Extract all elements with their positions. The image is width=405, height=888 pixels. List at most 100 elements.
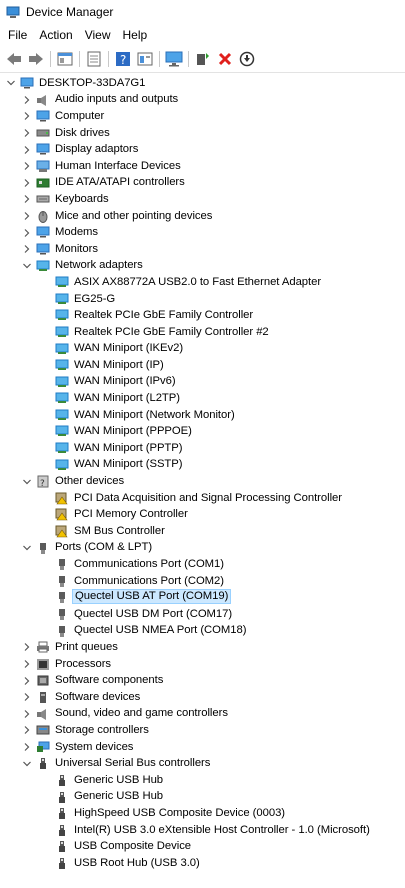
tree-item-label: Display adaptors <box>55 143 139 156</box>
tree-category-other-devices[interactable]: ? Other devices <box>0 473 405 490</box>
tree-device-wan-miniport-network-monitor[interactable]: WAN Miniport (Network Monitor) <box>0 407 405 424</box>
tree-device-wan-miniport-pptp[interactable]: WAN Miniport (PPTP) <box>0 440 405 457</box>
driver-list-icon[interactable] <box>85 50 103 68</box>
svg-text:?: ? <box>120 53 126 67</box>
properties-icon[interactable] <box>56 50 74 68</box>
tree-item-label: Universal Serial Bus controllers <box>55 757 211 770</box>
chevron-down-icon[interactable] <box>22 543 32 553</box>
tree-category-monitors[interactable]: Monitors <box>0 241 405 258</box>
network-icon <box>55 276 69 288</box>
uninstall-icon[interactable] <box>216 50 234 68</box>
chevron-right-icon[interactable] <box>22 676 32 686</box>
back-icon[interactable] <box>5 50 23 68</box>
chevron-right-icon[interactable] <box>22 725 32 735</box>
tree-device-wan-miniport-sstp[interactable]: WAN Miniport (SSTP) <box>0 457 405 474</box>
chevron-right-icon[interactable] <box>22 692 32 702</box>
tree-device-generic-usb-hub[interactable]: Generic USB Hub <box>0 789 405 806</box>
window-title: Device Manager <box>26 5 114 19</box>
tree-device-quectel-usb-dm-port-com17[interactable]: Quectel USB DM Port (COM17) <box>0 606 405 623</box>
chevron-right-icon[interactable] <box>22 642 32 652</box>
tree-item-label: Human Interface Devices <box>55 159 181 172</box>
tree-category-system-devices[interactable]: System devices <box>0 739 405 756</box>
menu-file[interactable]: File <box>2 28 33 42</box>
tree-category-keyboards[interactable]: Keyboards <box>0 191 405 208</box>
tree-device-pci-memory-controller[interactable]: PCI Memory Controller <box>0 506 405 523</box>
tree-device-wan-miniport-ikev2[interactable]: WAN Miniport (IKEv2) <box>0 341 405 358</box>
chevron-right-icon[interactable] <box>22 228 32 238</box>
tree-item-label: Quectel USB NMEA Port (COM18) <box>74 624 247 637</box>
tree-category-universal-serial-bus-controllers[interactable]: Universal Serial Bus controllers <box>0 755 405 772</box>
chevron-right-icon[interactable] <box>22 145 32 155</box>
menu-view[interactable]: View <box>79 28 117 42</box>
tree-category-storage-controllers[interactable]: Storage controllers <box>0 722 405 739</box>
scan-hardware-icon[interactable] <box>194 50 212 68</box>
tree-device-wan-miniport-ip[interactable]: WAN Miniport (IP) <box>0 357 405 374</box>
tree-category-software-devices[interactable]: Software devices <box>0 689 405 706</box>
tree-category-sound-video-and-game-controllers[interactable]: Sound, video and game controllers <box>0 706 405 723</box>
menu-action[interactable]: Action <box>33 28 78 42</box>
help-icon[interactable]: ? <box>114 50 132 68</box>
tree-item-label: Network adapters <box>55 259 143 272</box>
network-icon <box>55 326 69 338</box>
tree-category-ide-ata-atapi-controllers[interactable]: IDE ATA/ATAPI controllers <box>0 175 405 192</box>
tree-category-software-components[interactable]: Software components <box>0 672 405 689</box>
network-icon <box>55 376 69 388</box>
tree-category-mice-and-other-pointing-devices[interactable]: Mice and other pointing devices <box>0 208 405 225</box>
monitor-icon[interactable] <box>165 50 183 68</box>
warn-icon <box>55 492 69 505</box>
tree-device-wan-miniport-l2tp[interactable]: WAN Miniport (L2TP) <box>0 390 405 407</box>
chevron-right-icon[interactable] <box>22 194 32 204</box>
chevron-right-icon[interactable] <box>22 244 32 254</box>
tree-category-disk-drives[interactable]: Disk drives <box>0 125 405 142</box>
chevron-right-icon[interactable] <box>22 742 32 752</box>
tree-device-pci-data-acquisition-and-signal-processing-controller[interactable]: PCI Data Acquisition and Signal Processi… <box>0 490 405 507</box>
chevron-right-icon[interactable] <box>22 95 32 105</box>
tree-category-network-adapters[interactable]: Network adapters <box>0 258 405 275</box>
tree-device-intel-r-usb-3-0-extensible-host-controller-1-0-microsoft[interactable]: Intel(R) USB 3.0 eXtensible Host Control… <box>0 822 405 839</box>
monitor-icon <box>36 243 50 255</box>
chevron-right-icon[interactable] <box>22 128 32 138</box>
tree-device-realtek-pcie-gbe-family-controller-2[interactable]: Realtek PCIe GbE Family Controller #2 <box>0 324 405 341</box>
tree-item-label: Generic USB Hub <box>74 790 164 803</box>
chevron-down-icon[interactable] <box>22 477 32 487</box>
tree-device-quectel-usb-nmea-port-com18[interactable]: Quectel USB NMEA Port (COM18) <box>0 623 405 640</box>
tree-device-eg25-g[interactable]: EG25-G <box>0 291 405 308</box>
tree-device-quectel-usb-at-port-com19[interactable]: Quectel USB AT Port (COM19) <box>0 589 405 606</box>
chevron-right-icon[interactable] <box>22 111 32 121</box>
chevron-right-icon[interactable] <box>22 211 32 221</box>
tree-device-communications-port-com1[interactable]: Communications Port (COM1) <box>0 556 405 573</box>
chevron-down-icon[interactable] <box>22 759 32 769</box>
tree-category-audio-inputs-and-outputs[interactable]: Audio inputs and outputs <box>0 92 405 109</box>
chevron-right-icon[interactable] <box>22 659 32 669</box>
tree-category-human-interface-devices[interactable]: Human Interface Devices <box>0 158 405 175</box>
tree-device-usb-root-hub-usb-3-0[interactable]: USB Root Hub (USB 3.0) <box>0 855 405 872</box>
tree-device-wan-miniport-pppoe[interactable]: WAN Miniport (PPPOE) <box>0 423 405 440</box>
tree-category-display-adaptors[interactable]: Display adaptors <box>0 141 405 158</box>
tree-item-label: System devices <box>55 740 134 753</box>
chevron-down-icon[interactable] <box>6 78 16 88</box>
forward-icon[interactable] <box>27 50 45 68</box>
tree-category-processors[interactable]: Processors <box>0 656 405 673</box>
tree-device-wan-miniport-ipv6[interactable]: WAN Miniport (IPv6) <box>0 374 405 391</box>
tree-item-label: Keyboards <box>55 192 109 205</box>
tree-device-asix-ax88772a-usb2-0-to-fast-ethernet-adapter[interactable]: ASIX AX88772A USB2.0 to Fast Ethernet Ad… <box>0 274 405 291</box>
chevron-down-icon[interactable] <box>22 261 32 271</box>
tree-device-usb-composite-device[interactable]: USB Composite Device <box>0 838 405 855</box>
tree-device-highspeed-usb-composite-device-0003[interactable]: HighSpeed USB Composite Device (0003) <box>0 805 405 822</box>
tree-device-communications-port-com2[interactable]: Communications Port (COM2) <box>0 573 405 590</box>
tree-category-modems[interactable]: Modems <box>0 224 405 241</box>
console-icon[interactable] <box>136 50 154 68</box>
tree-category-computer[interactable]: Computer <box>0 108 405 125</box>
chevron-right-icon[interactable] <box>22 709 32 719</box>
update-driver-icon[interactable] <box>238 50 256 68</box>
tree-root-desktop-33da7g1[interactable]: DESKTOP-33DA7G1 <box>0 75 405 92</box>
tree-category-print-queues[interactable]: Print queues <box>0 639 405 656</box>
chevron-right-icon[interactable] <box>22 178 32 188</box>
tree-category-ports-com-lpt[interactable]: Ports (COM & LPT) <box>0 540 405 557</box>
audio-icon <box>36 708 50 720</box>
tree-device-generic-usb-hub[interactable]: Generic USB Hub <box>0 772 405 789</box>
menu-help[interactable]: Help <box>117 28 154 42</box>
chevron-right-icon[interactable] <box>22 161 32 171</box>
tree-device-sm-bus-controller[interactable]: SM Bus Controller <box>0 523 405 540</box>
tree-device-realtek-pcie-gbe-family-controller[interactable]: Realtek PCIe GbE Family Controller <box>0 307 405 324</box>
